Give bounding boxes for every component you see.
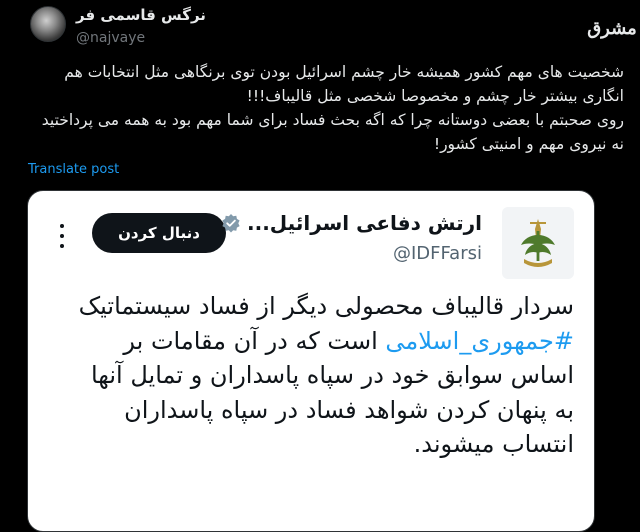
author-handle[interactable]: @najvaye xyxy=(76,30,145,46)
quoted-body-line-1: سردار قالیباف محصولی دیگر از فساد سیستما… xyxy=(78,292,574,320)
post-paragraph-1: شخصیت های مهم کشور همیشه خار چشم اسرائیل… xyxy=(64,63,624,105)
follow-button[interactable]: دنبال کردن xyxy=(92,213,226,253)
quoted-account-handle[interactable]: @IDFFarsi xyxy=(393,243,482,264)
hashtag-link[interactable]: #جمهوری_اسلامی xyxy=(385,327,574,355)
author-name[interactable]: نرگس قاسمی فر xyxy=(76,6,206,24)
idf-emblem-icon[interactable] xyxy=(502,207,574,279)
quoted-post-body: سردار قالیباف محصولی دیگر از فساد سیستما… xyxy=(64,289,574,462)
quoted-post-header: دنبال کردن ارتش دفاعی اسرائیل... @IDFFar… xyxy=(28,191,594,281)
quoted-body-rest: #جمهوری_اسلامی است که در آن مقامات بر اس… xyxy=(64,324,574,462)
post-text: شخصیت های مهم کشور همیشه خار چشم اسرائیل… xyxy=(26,60,624,156)
site-logo: مشرق xyxy=(587,6,637,50)
quoted-account-name-row: ارتش دفاعی اسرائیل... xyxy=(221,211,482,235)
quoted-account-name[interactable]: ارتش دفاعی اسرائیل... xyxy=(247,211,482,235)
translate-post-link[interactable]: Translate post xyxy=(28,162,119,177)
author-avatar[interactable] xyxy=(30,6,66,42)
verified-badge-icon xyxy=(221,213,241,233)
post-paragraph-2: روی صحبتم با بعضی دوستانه چرا که اگه بحث… xyxy=(41,111,624,153)
more-options-icon[interactable] xyxy=(58,224,66,248)
quoted-post-card[interactable]: دنبال کردن ارتش دفاعی اسرائیل... @IDFFar… xyxy=(27,190,595,532)
mashregh-logo-icon: مشرق xyxy=(587,17,637,39)
